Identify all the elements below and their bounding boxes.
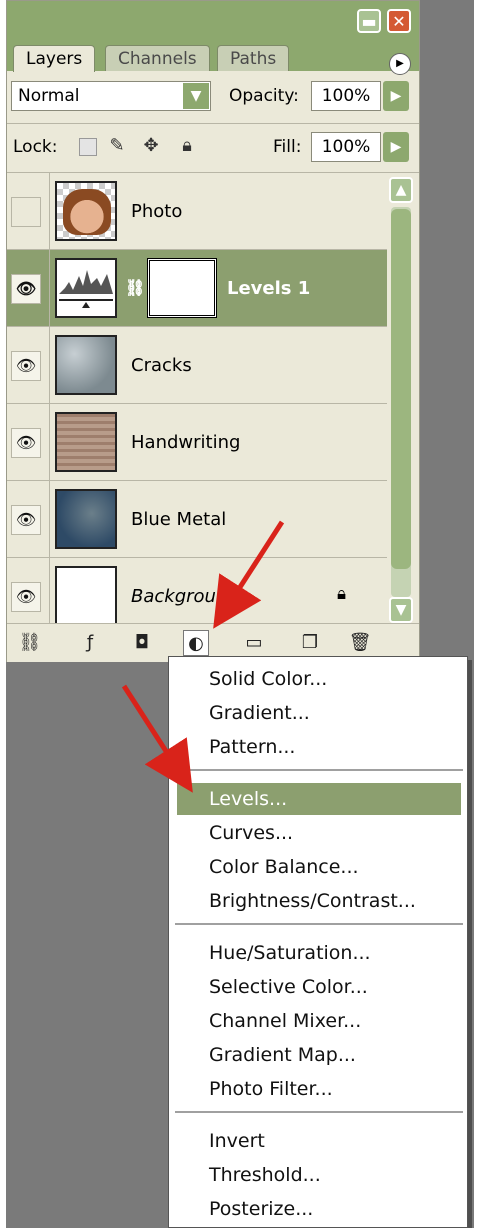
layer-handwriting[interactable]: 👁︎ Handwriting: [7, 404, 387, 481]
layers-panel: ▬ ✕ Layers Channels Paths ▶ Normal ▼ Opa…: [6, 0, 420, 662]
link-chain-icon[interactable]: ⛓︎: [125, 278, 145, 297]
scroll-up-icon[interactable]: ▲: [389, 177, 413, 203]
lock-icon: 🔒︎: [337, 584, 347, 604]
menu-item-levels[interactable]: Levels...: [177, 783, 461, 815]
menu-separator: [175, 1111, 463, 1113]
tab-layers[interactable]: Layers: [13, 45, 96, 72]
menu-item-photo-filter[interactable]: Photo Filter...: [177, 1073, 461, 1105]
layer-blue-metal[interactable]: 👁︎ Blue Metal: [7, 481, 387, 558]
panel-titlebar: ▬ ✕: [7, 1, 419, 39]
layer-levels-1[interactable]: 👁︎ ⛓︎ Levels 1: [7, 250, 387, 327]
adjustment-layer-icon[interactable]: ◐: [183, 630, 209, 656]
menu-item-curves[interactable]: Curves...: [177, 817, 461, 849]
layer-photo[interactable]: Photo: [7, 173, 387, 250]
eye-icon[interactable]: 👁︎: [11, 274, 41, 304]
blend-mode-select[interactable]: Normal ▼: [11, 81, 211, 111]
eye-column-divider: [49, 327, 50, 403]
menu-item-posterize[interactable]: Posterize...: [177, 1193, 461, 1225]
tab-paths[interactable]: Paths: [217, 45, 290, 71]
menu-separator: [175, 769, 463, 771]
layer-cracks[interactable]: 👁︎ Cracks: [7, 327, 387, 404]
eye-column-divider: [49, 481, 50, 557]
menu-item-threshold[interactable]: Threshold...: [177, 1159, 461, 1191]
new-layer-icon[interactable]: ❐: [297, 630, 323, 656]
levels-adjustment-thumbnail: [55, 258, 117, 318]
menu-item-invert[interactable]: Invert: [177, 1125, 461, 1157]
close-button[interactable]: ✕: [387, 9, 411, 33]
right-white-margin: [474, 0, 484, 1228]
trash-icon[interactable]: 🗑︎: [347, 630, 373, 656]
fill-label: Fill:: [273, 137, 302, 157]
panel-menu-icon[interactable]: ▶: [389, 53, 411, 75]
lock-label: Lock:: [13, 137, 58, 157]
menu-item-color-balance[interactable]: Color Balance...: [177, 851, 461, 883]
menu-item-selective-color[interactable]: Selective Color...: [177, 971, 461, 1003]
eye-icon[interactable]: 👁︎: [11, 428, 41, 458]
layer-name: Photo: [131, 201, 183, 222]
link-layers-icon[interactable]: ⛓︎: [17, 630, 43, 656]
layer-name: Cracks: [131, 355, 192, 376]
new-group-folder-icon[interactable]: ▭: [241, 630, 267, 656]
layer-mask-thumbnail[interactable]: [147, 258, 217, 318]
lock-transparency-icon[interactable]: [79, 138, 97, 156]
photo-thumbnail: [55, 181, 117, 241]
blend-opacity-row: Normal ▼ Opacity: 100% ▶: [7, 73, 419, 119]
lock-all-icon[interactable]: 🔒︎: [177, 136, 197, 156]
scroll-down-icon[interactable]: ▼: [389, 597, 413, 623]
blend-mode-value: Normal: [18, 86, 80, 106]
menu-item-channel-mixer[interactable]: Channel Mixer...: [177, 1005, 461, 1037]
menu-item-gradient-map[interactable]: Gradient Map...: [177, 1039, 461, 1071]
blue-metal-thumbnail: [55, 489, 117, 549]
menu-separator: [175, 923, 463, 925]
handwriting-thumbnail: [55, 412, 117, 472]
eye-column-divider: [49, 404, 50, 480]
layer-name: Handwriting: [131, 432, 241, 453]
visibility-toggle-empty[interactable]: [11, 197, 41, 227]
menu-item-gradient[interactable]: Gradient...: [177, 697, 461, 729]
fill-slider-arrow-icon[interactable]: ▶: [383, 132, 409, 162]
lock-position-icon[interactable]: ✥: [141, 136, 161, 156]
tab-channels[interactable]: Channels: [105, 45, 210, 71]
menu-item-hue-saturation[interactable]: Hue/Saturation...: [177, 937, 461, 969]
layer-name: Background: [131, 586, 239, 607]
minimize-button[interactable]: ▬: [357, 9, 381, 33]
eye-column-divider: [49, 173, 50, 249]
layer-name: Levels 1: [227, 278, 311, 299]
adjustment-layer-menu: Solid Color... Gradient... Pattern... Le…: [168, 656, 468, 1228]
histogram-icon: [59, 270, 113, 308]
menu-item-pattern[interactable]: Pattern...: [177, 731, 461, 763]
chevron-down-icon[interactable]: ▼: [183, 83, 209, 109]
eye-icon[interactable]: 👁︎: [11, 582, 41, 612]
lock-fill-row: Lock: ✎ ✥ 🔒︎ Fill: 100% ▶: [7, 123, 419, 173]
eye-icon[interactable]: 👁︎: [11, 351, 41, 381]
add-mask-icon[interactable]: ◘: [129, 630, 155, 656]
layers-list: Photo 👁︎ ⛓︎ Levels 1 👁︎ Cracks 👁︎ Handwr…: [7, 173, 387, 635]
eye-column-divider: [49, 250, 50, 326]
opacity-slider-arrow-icon[interactable]: ▶: [383, 81, 409, 111]
opacity-field[interactable]: 100%: [311, 81, 381, 111]
fill-field[interactable]: 100%: [311, 132, 381, 162]
layer-name: Blue Metal: [131, 509, 227, 530]
layers-scrollbar[interactable]: ▲ ▼: [389, 177, 415, 625]
cracks-thumbnail: [55, 335, 117, 395]
background-thumbnail: [55, 566, 117, 626]
layer-style-icon[interactable]: ƒ: [77, 630, 103, 656]
lock-brush-icon[interactable]: ✎: [107, 136, 127, 156]
menu-item-solid-color[interactable]: Solid Color...: [177, 663, 461, 695]
opacity-label: Opacity:: [229, 86, 299, 106]
panel-tabs: Layers Channels Paths: [7, 39, 419, 72]
menu-item-brightness-contrast[interactable]: Brightness/Contrast...: [177, 885, 461, 917]
scroll-thumb[interactable]: [391, 209, 411, 569]
eye-icon[interactable]: 👁︎: [11, 505, 41, 535]
